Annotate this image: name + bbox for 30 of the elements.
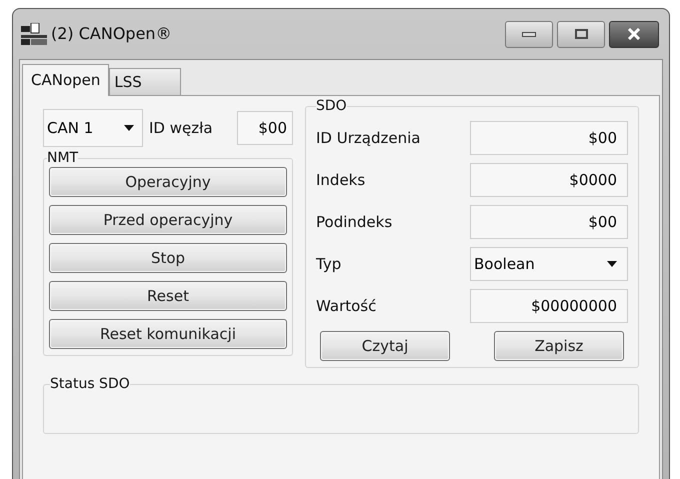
- input-field[interactable]: $00: [470, 205, 628, 239]
- tab[interactable]: CANopen: [22, 64, 110, 96]
- field-label: Typ: [316, 254, 342, 275]
- field-label: Indeks: [316, 170, 366, 191]
- caret-icon: [124, 125, 134, 131]
- node-id-label: ID węzła: [149, 118, 213, 139]
- field-label: Podindeks: [316, 212, 392, 233]
- node-id-field[interactable]: $00: [237, 111, 293, 145]
- caret-icon: [607, 261, 617, 267]
- close-icon: [627, 28, 641, 40]
- port-dropdown[interactable]: CAN 1: [43, 109, 143, 147]
- sdo-button[interactable]: Zapisz: [494, 331, 624, 361]
- nmt-button[interactable]: Stop: [49, 243, 287, 273]
- sdo-button[interactable]: Czytaj: [320, 331, 450, 361]
- input-field[interactable]: $0000: [470, 163, 628, 197]
- close-button[interactable]: [609, 20, 659, 48]
- window-title: (2) CANOpen®: [51, 23, 172, 45]
- tab[interactable]: LSS: [109, 68, 182, 95]
- input-field[interactable]: $00: [470, 121, 628, 155]
- input-field[interactable]: $00000000: [470, 289, 628, 323]
- app-icon: [21, 23, 47, 45]
- field-label: Wartość: [316, 296, 376, 317]
- nmt-button[interactable]: Reset: [49, 281, 287, 311]
- maximize-button[interactable]: [557, 20, 605, 48]
- nmt-button[interactable]: Operacyjny: [49, 167, 287, 197]
- field-label: ID Urządzenia: [316, 128, 420, 149]
- nmt-button[interactable]: Reset komunikacji: [49, 319, 287, 349]
- nmt-button[interactable]: Przed operacyjny: [49, 205, 287, 235]
- minimize-button[interactable]: [505, 20, 553, 48]
- type-dropdown[interactable]: Boolean: [470, 247, 628, 281]
